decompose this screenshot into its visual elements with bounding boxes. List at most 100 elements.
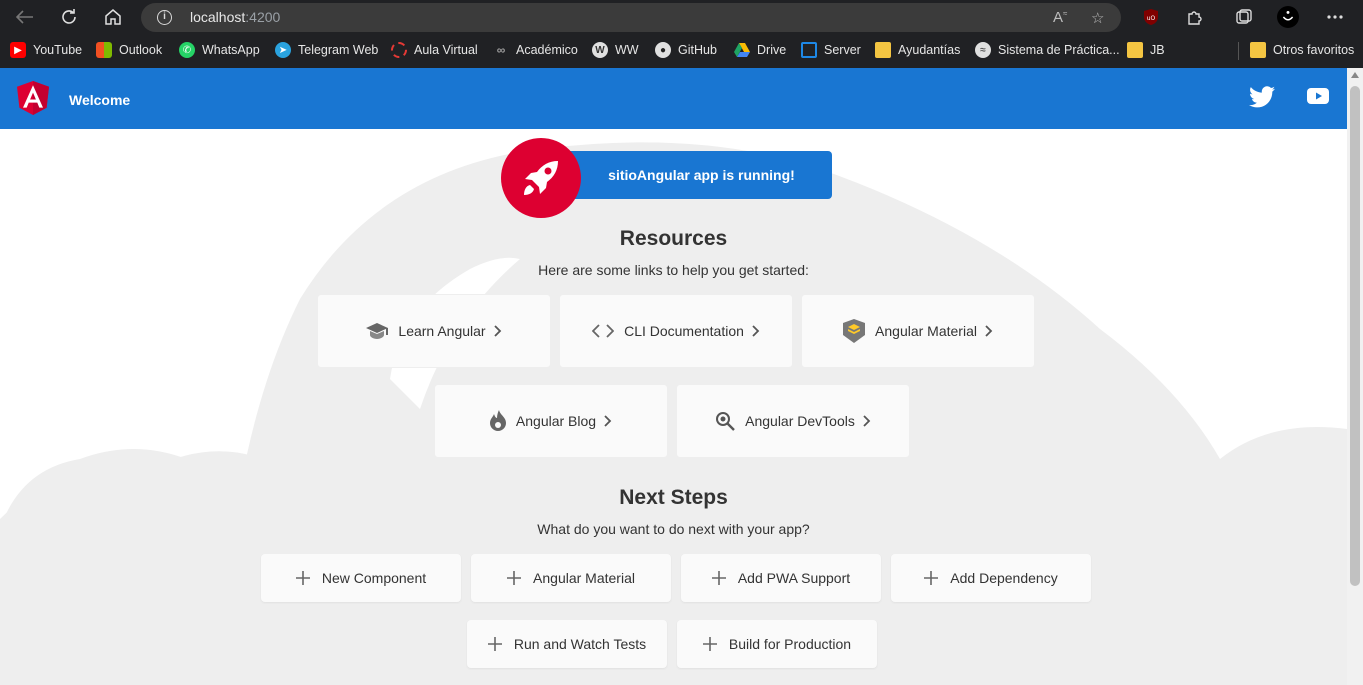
material-layers-icon	[843, 319, 866, 343]
back-button[interactable]	[11, 4, 39, 30]
devtools-search-icon	[715, 411, 735, 431]
youtube-icon[interactable]	[1307, 88, 1329, 104]
card-learn-angular[interactable]: Learn Angular	[317, 294, 551, 368]
step-label: Add Dependency	[950, 570, 1058, 586]
bookmark-aula-virtual[interactable]: Aula Virtual	[391, 41, 478, 59]
add-favorite-icon[interactable]: ☆	[1091, 9, 1104, 27]
sistema-icon: ≈	[975, 42, 991, 58]
card-angular-blog[interactable]: Angular Blog	[434, 384, 668, 458]
code-icon	[592, 324, 615, 338]
bookmark-server[interactable]: Server	[801, 41, 861, 59]
card-label: Angular Material	[875, 323, 977, 339]
resources-subtitle: Here are some links to help you get star…	[538, 262, 809, 278]
chevron-right-icon	[493, 325, 502, 337]
drive-icon	[734, 42, 750, 58]
card-angular-devtools[interactable]: Angular DevTools	[676, 384, 910, 458]
ublock-extension-icon[interactable]: uO	[1140, 6, 1162, 28]
card-angular-material[interactable]: Angular Material	[801, 294, 1035, 368]
whatsapp-icon: ✆	[179, 42, 195, 58]
step-label: Build for Production	[728, 636, 852, 652]
folder-icon	[1127, 42, 1143, 58]
more-menu-icon[interactable]	[1324, 6, 1346, 28]
step-label: Run and Watch Tests	[513, 636, 647, 652]
rocket-badge	[501, 138, 581, 218]
scroll-up-arrow-icon[interactable]	[1351, 72, 1359, 78]
telegram-icon: ➤	[275, 42, 291, 58]
reload-icon	[62, 9, 76, 24]
home-icon	[105, 9, 121, 25]
collections-icon[interactable]	[1233, 6, 1255, 28]
twitter-icon[interactable]	[1249, 86, 1275, 108]
reload-button[interactable]	[55, 4, 83, 30]
step-build-for-production[interactable]: Build for Production	[677, 620, 877, 668]
bookmark-academico[interactable]: ∞ Académico	[493, 41, 578, 59]
back-arrow-icon	[16, 10, 33, 24]
card-label: Learn Angular	[398, 323, 486, 339]
site-info-icon[interactable]: i	[157, 10, 172, 25]
profile-avatar-icon[interactable]	[1277, 6, 1299, 28]
step-label: Angular Material	[533, 570, 635, 586]
microsoft-icon	[96, 42, 112, 58]
step-angular-material[interactable]: Angular Material	[471, 554, 671, 602]
bookmarks-bar: ▶ YouTube Outlook ✆ WhatsApp ➤ Telegram Web…	[0, 38, 1363, 62]
card-cli-documentation[interactable]: CLI Documentation	[559, 294, 793, 368]
bookmark-jb[interactable]: JB	[1127, 41, 1165, 59]
plus-icon	[507, 571, 522, 585]
clouds-background	[0, 142, 1347, 685]
bookmark-drive[interactable]: Drive	[734, 41, 786, 59]
flame-icon	[489, 410, 506, 432]
plus-icon	[711, 571, 726, 585]
angular-logo-icon	[17, 81, 49, 115]
bookmark-ayudantias[interactable]: Ayudantías	[875, 41, 960, 59]
home-button[interactable]	[99, 4, 127, 30]
next-steps-subtitle: What do you want to do next with your ap…	[537, 521, 810, 537]
bookmark-ww[interactable]: W WW	[592, 41, 639, 59]
card-label: CLI Documentation	[624, 323, 744, 339]
extensions-puzzle-icon[interactable]	[1184, 6, 1206, 28]
plus-icon	[924, 571, 939, 585]
aula-icon	[391, 42, 407, 58]
chevron-right-icon	[863, 415, 871, 427]
step-add-dependency[interactable]: Add Dependency	[891, 554, 1091, 602]
rocket-icon	[524, 161, 558, 195]
card-label: Angular DevTools	[745, 413, 855, 429]
bookmark-whatsapp[interactable]: ✆ WhatsApp	[179, 41, 260, 59]
step-add-pwa-support[interactable]: Add PWA Support	[681, 554, 881, 602]
card-label: Angular Blog	[515, 413, 597, 429]
app-running-text: sitioAngular app is running!	[608, 167, 795, 183]
folder-icon	[1250, 42, 1266, 58]
bookmark-telegram[interactable]: ➤ Telegram Web	[275, 41, 378, 59]
next-steps-heading: Next Steps	[619, 486, 728, 509]
bookmark-outlook[interactable]: Outlook	[96, 41, 162, 59]
browser-topbar: i localhost:4200 A≈ ☆ uO	[0, 0, 1363, 35]
graduation-cap-icon	[366, 322, 389, 340]
plus-icon	[702, 637, 717, 651]
link-icon: ∞	[496, 43, 506, 57]
address-bar[interactable]: i localhost:4200 A≈ ☆	[141, 3, 1121, 32]
step-run-and-watch-tests[interactable]: Run and Watch Tests	[467, 620, 667, 668]
bookmark-github[interactable]: ● GitHub	[655, 41, 717, 59]
chevron-right-icon	[604, 415, 612, 427]
plus-icon	[295, 571, 310, 585]
chevron-right-icon	[752, 325, 760, 337]
step-new-component[interactable]: New Component	[261, 554, 461, 602]
page-scrollbar[interactable]	[1347, 68, 1363, 685]
read-aloud-icon[interactable]: A≈	[1053, 9, 1067, 26]
resources-heading: Resources	[619, 227, 728, 250]
svg-text:uO: uO	[1147, 15, 1156, 22]
bookmark-youtube[interactable]: ▶ YouTube	[10, 41, 82, 59]
app-running-banner: sitioAngular app is running!	[559, 151, 832, 199]
server-icon	[801, 42, 817, 58]
folder-icon	[875, 42, 891, 58]
app-toolbar: Welcome	[0, 68, 1347, 129]
scrollbar-thumb[interactable]	[1350, 86, 1360, 586]
chevron-right-icon	[985, 325, 993, 337]
bookmark-sistema[interactable]: ≈ Sistema de Práctica...	[975, 41, 1120, 59]
wordpress-icon: W	[592, 42, 608, 58]
youtube-icon: ▶	[10, 42, 26, 58]
step-label: New Component	[321, 570, 427, 586]
bookmarks-separator	[1238, 42, 1239, 60]
url-text: localhost:4200	[190, 9, 281, 25]
bookmark-otros-favoritos[interactable]: Otros favoritos	[1250, 41, 1354, 59]
browser-chrome: i localhost:4200 A≈ ☆ uO ▶ YouTube Outloo…	[0, 0, 1363, 68]
